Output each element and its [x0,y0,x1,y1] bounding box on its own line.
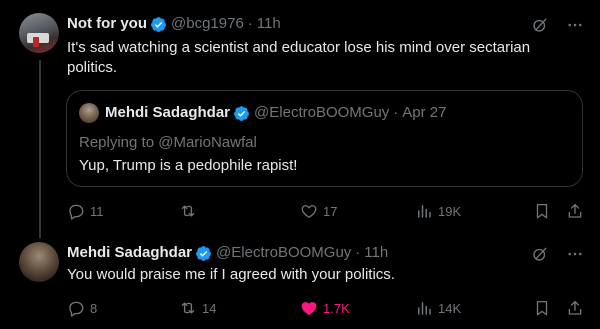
author-handle[interactable]: @bcg1976 [171,14,244,34]
share-icon [568,203,582,218]
views-button[interactable]: 14K [415,298,461,318]
separator-dot: · [393,104,399,121]
like-count: 1.7K [323,300,350,316]
repost-icon [181,302,195,314]
quote-author-name: Mehdi Sadaghdar [105,104,231,121]
views-count: 14K [438,300,462,316]
verified-icon [234,105,249,121]
bookmark-icon [536,300,548,316]
grok-icon[interactable] [530,244,549,263]
replying-to: Replying to @MarioNawfal [79,134,257,151]
reply-count: 8 [90,300,98,316]
reply-count: 11 [90,203,104,219]
replying-mention[interactable]: @MarioNawfal [158,134,257,151]
like-count: 17 [323,203,338,219]
repost-button[interactable]: 14 [179,298,216,318]
post-text: You would praise me if I agreed with you… [67,266,395,283]
post-top-icons [530,15,584,34]
views-icon [418,302,431,315]
quote-timestamp: Apr 27 [402,104,447,121]
quote-header: Mehdi Sadaghdar @ElectroBOOMGuy · Apr 27 [79,103,447,123]
post-header: Not for you @bcg1976 · 11h [67,14,281,34]
timestamp[interactable]: 11h [364,243,388,263]
bookmark-icon [536,203,548,219]
more-icon[interactable] [565,244,584,263]
repost-count: 14 [202,300,217,316]
author-handle[interactable]: @ElectroBOOMGuy [216,243,351,263]
grok-icon[interactable] [530,15,549,34]
bookmark-button[interactable] [533,298,556,318]
reply-icon [69,301,84,317]
post-header: Mehdi Sadaghdar @ElectroBOOMGuy · 11h [67,243,388,263]
separator-dot: · [355,244,361,261]
verified-icon [151,16,166,32]
timestamp[interactable]: 11h [257,14,281,34]
post-actions: 8 14 1.7K 14K [67,298,584,318]
post-actions: 11 17 19K [67,201,584,221]
quote-text: Yup, Trump is a pedophile rapist! [79,157,298,174]
share-button[interactable] [566,298,589,318]
reply-icon [69,204,84,220]
replying-prefix: Replying to [79,134,159,151]
reply-button[interactable]: 8 [67,298,97,318]
bookmark-button[interactable] [533,201,556,221]
avatar[interactable] [19,13,59,53]
author-name[interactable]: Mehdi Sadaghdar [67,243,192,263]
more-icon[interactable] [565,15,584,34]
views-count: 19K [438,203,462,219]
verified-icon [196,245,211,261]
quote-avatar [79,103,99,123]
like-icon [301,302,317,316]
share-button[interactable] [566,201,589,221]
repost-icon [181,205,195,217]
post-top-icons [530,244,584,263]
avatar[interactable] [19,242,59,282]
repost-button[interactable] [179,201,202,221]
like-icon [301,205,317,219]
like-button[interactable]: 17 [300,201,337,221]
separator-dot: · [247,15,253,32]
views-icon [418,205,431,218]
quote-card[interactable]: Mehdi Sadaghdar @ElectroBOOMGuy · Apr 27… [66,90,583,187]
thread-line [39,60,41,238]
quote-author-handle: @ElectroBOOMGuy [254,104,390,121]
share-icon [568,300,582,315]
post-text: It's sad watching a scientist and educat… [67,39,531,76]
views-button[interactable]: 19K [415,201,461,221]
author-name[interactable]: Not for you [67,14,147,34]
like-button[interactable]: 1.7K [300,298,350,318]
reply-button[interactable]: 11 [67,201,104,221]
